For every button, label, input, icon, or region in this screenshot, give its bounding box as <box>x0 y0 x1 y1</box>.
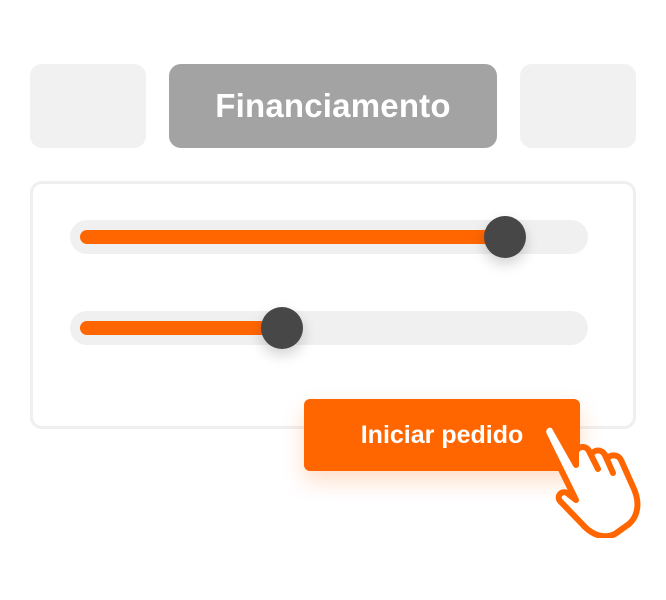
tab-financiamento-label: Financiamento <box>215 87 451 124</box>
tab-left[interactable] <box>30 64 146 148</box>
slider-track-1[interactable] <box>70 216 588 258</box>
slider-track-2[interactable] <box>70 307 588 349</box>
slider-fill-2 <box>80 321 282 335</box>
slider-fill-1 <box>80 230 505 244</box>
simulation-card <box>30 181 636 429</box>
tab-right[interactable] <box>520 64 636 148</box>
pointing-hand-icon <box>540 421 641 538</box>
slider-thumb-1[interactable] <box>484 216 526 258</box>
tab-financiamento[interactable]: Financiamento <box>169 64 497 148</box>
slider-thumb-2[interactable] <box>261 307 303 349</box>
